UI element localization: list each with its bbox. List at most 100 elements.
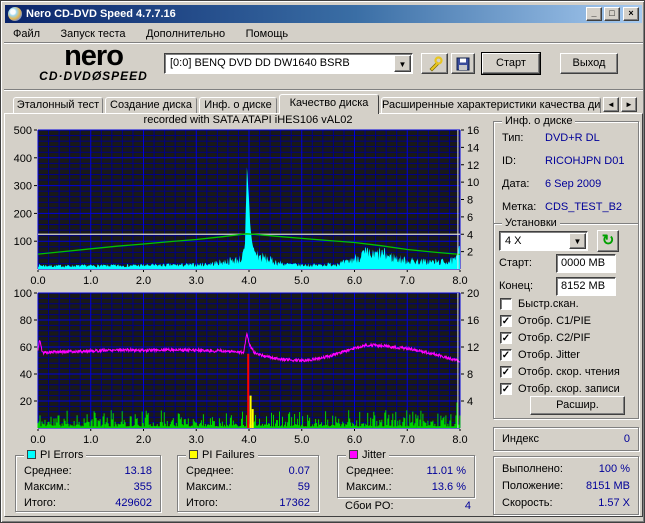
minimize-button[interactable]: _ xyxy=(586,7,602,21)
svg-text:6: 6 xyxy=(467,212,473,224)
app-icon xyxy=(8,7,22,21)
chevron-down-icon[interactable]: ▼ xyxy=(569,233,586,249)
checkbox-box[interactable] xyxy=(500,298,512,310)
save-button[interactable] xyxy=(451,53,475,74)
pi-failures-legend: PI Failures xyxy=(186,449,258,461)
app-window: Nero CD-DVD Speed 4.7.7.16 _ □ × Файл За… xyxy=(0,0,645,523)
checkbox-label: Отобр. Jitter xyxy=(518,349,580,361)
checkbox-box[interactable]: ✓ xyxy=(500,315,512,327)
svg-text:500: 500 xyxy=(14,125,32,137)
svg-text:200: 200 xyxy=(14,208,32,220)
jitter-legend: Jitter xyxy=(346,449,389,461)
index-panel: Индекс 0 xyxy=(493,427,639,451)
disc-type-label: Тип: xyxy=(502,132,524,144)
svg-text:2: 2 xyxy=(467,247,473,259)
pi-failures-swatch xyxy=(189,450,198,459)
start-position-field[interactable]: 0000 MB xyxy=(556,254,616,273)
stat-value: 355 xyxy=(133,481,152,493)
checkbox-box[interactable]: ✓ xyxy=(500,366,512,378)
svg-text:4: 4 xyxy=(467,396,473,408)
svg-text:80: 80 xyxy=(20,315,32,327)
svg-text:8: 8 xyxy=(467,369,473,381)
position-value: 8151 MB xyxy=(585,480,630,492)
nero-logo-text: nero xyxy=(64,40,124,72)
stat-value: 13.6 % xyxy=(431,481,466,493)
chevron-down-icon[interactable]: ▼ xyxy=(394,55,411,72)
jitter-title: Jitter xyxy=(362,449,386,461)
disc-label-label: Метка: xyxy=(502,201,537,213)
svg-text:8: 8 xyxy=(467,195,473,207)
refresh-button[interactable]: ↻ xyxy=(597,230,619,252)
tab-create-disc[interactable]: Создание диска xyxy=(105,97,197,113)
speed-select[interactable]: 4 X ▼ xyxy=(499,231,588,251)
stat-label: Максим.: xyxy=(346,481,392,493)
pi-errors-panel: PI Errors Среднее: 13.18 Максим.: 355 Ит… xyxy=(15,449,161,512)
po-failures-value: 4 xyxy=(464,500,471,512)
stat-value: 0.07 xyxy=(288,465,310,477)
title-bar[interactable]: Nero CD-DVD Speed 4.7.7.16 _ □ × xyxy=(5,5,642,23)
svg-text:0.0: 0.0 xyxy=(30,434,45,446)
start-button[interactable]: Старт xyxy=(482,53,540,74)
disc-info-title: Инф. о диске xyxy=(502,115,576,127)
svg-text:6.0: 6.0 xyxy=(347,275,362,287)
svg-text:400: 400 xyxy=(14,153,32,165)
checkbox-box[interactable]: ✓ xyxy=(500,383,512,395)
svg-text:7.0: 7.0 xyxy=(400,434,415,446)
checkbox-label: Отобр. скор. записи xyxy=(518,383,620,395)
svg-text:20: 20 xyxy=(467,288,479,300)
index-label: Индекс xyxy=(502,433,539,445)
menu-help[interactable]: Помощь xyxy=(238,26,297,42)
tab-scroll-right-icon[interactable]: ► xyxy=(621,97,637,112)
checkbox-box[interactable]: ✓ xyxy=(500,349,512,361)
disc-date-label: Дата: xyxy=(502,178,530,190)
end-position-field[interactable]: 8152 MB xyxy=(556,277,616,296)
tab-advanced-quality[interactable]: Расширенные характеристики качества дис xyxy=(381,97,601,113)
stat-label: Среднее: xyxy=(346,465,394,477)
end-position-value: 8152 MB xyxy=(561,280,606,292)
window-title: Nero CD-DVD Speed 4.7.7.16 xyxy=(26,8,176,20)
stat-label: Среднее: xyxy=(24,465,72,477)
close-button[interactable]: × xyxy=(623,7,639,21)
separator xyxy=(4,89,643,91)
svg-text:4.0: 4.0 xyxy=(241,275,256,287)
refresh-icon: ↻ xyxy=(601,232,615,249)
position-label: Положение: xyxy=(502,480,564,492)
checkbox-box[interactable]: ✓ xyxy=(500,332,512,344)
menu-file[interactable]: Файл xyxy=(5,26,48,42)
options-button[interactable] xyxy=(421,53,448,74)
po-failures-label: Сбои PO: xyxy=(345,500,394,512)
disc-id-label: ID: xyxy=(502,155,517,167)
svg-text:4.0: 4.0 xyxy=(241,434,256,446)
stat-value: 17362 xyxy=(279,497,310,509)
cdspeed-logo-text: CD·DVDØSPEED xyxy=(39,69,148,83)
maximize-button[interactable]: □ xyxy=(604,7,620,21)
svg-text:1.0: 1.0 xyxy=(83,275,98,287)
disc-date-value: 6 Sep 2009 xyxy=(545,178,602,190)
pi-failures-title: PI Failures xyxy=(202,449,255,461)
tab-disc-info[interactable]: Инф. о диске xyxy=(199,97,277,113)
svg-text:3.0: 3.0 xyxy=(189,275,204,287)
tab-disc-quality[interactable]: Качество диска xyxy=(279,94,379,114)
stat-label: Итого: xyxy=(24,497,56,509)
stat-label: Максим.: xyxy=(24,481,70,493)
svg-text:0.0: 0.0 xyxy=(30,275,45,287)
checkbox-label: Отобр. C1/PIE xyxy=(518,315,591,327)
advanced-button[interactable]: Расшир. xyxy=(530,396,625,415)
disc-label-value: CDS_TEST_B2 xyxy=(545,201,623,213)
stat-value: 13.18 xyxy=(124,465,152,477)
svg-text:12: 12 xyxy=(467,342,479,354)
tab-scroll-left-icon[interactable]: ◄ xyxy=(603,97,619,112)
speed-value: 1.57 X xyxy=(598,497,630,509)
tools-icon xyxy=(429,56,443,72)
exit-button[interactable]: Выход xyxy=(560,53,618,74)
drive-select[interactable]: [0:0] BENQ DVD DD DW1640 BSRB ▼ xyxy=(164,53,413,74)
stat-label: Среднее: xyxy=(186,465,234,477)
svg-text:4: 4 xyxy=(467,229,473,241)
menu-extra[interactable]: Дополнительно xyxy=(138,26,233,42)
svg-text:10: 10 xyxy=(467,177,479,189)
svg-text:40: 40 xyxy=(20,369,32,381)
svg-text:2.0: 2.0 xyxy=(136,434,151,446)
tab-benchmark[interactable]: Эталонный тест xyxy=(13,97,103,113)
done-value: 100 % xyxy=(598,463,630,475)
disc-id-value: RICOHJPN D01 xyxy=(545,155,625,167)
